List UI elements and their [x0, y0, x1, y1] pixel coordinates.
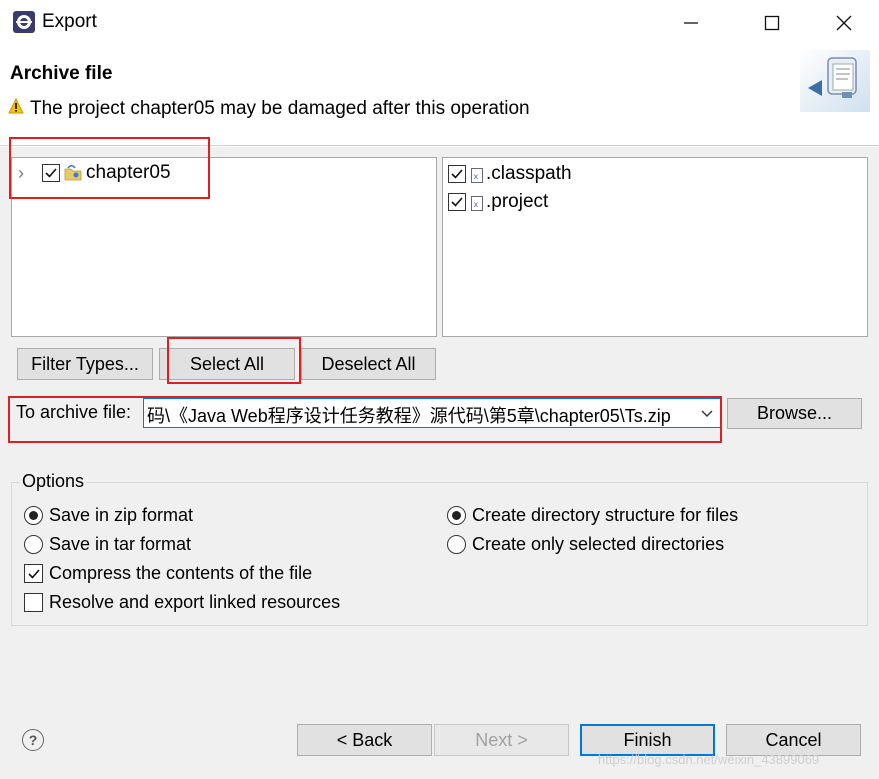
next-button[interactable]: Next > — [434, 724, 569, 756]
compress-label: Compress the contents of the file — [49, 563, 313, 583]
window-title: Export — [42, 11, 97, 32]
save-tar-option[interactable]: Save in tar format — [24, 534, 191, 555]
create-selected-dirs-option[interactable]: Create only selected directories — [447, 534, 724, 555]
watermark: https://blog.csdn.net/weixin_43899069 — [598, 752, 820, 767]
minimize-button[interactable] — [662, 0, 720, 46]
back-button[interactable]: < Back — [297, 724, 432, 756]
browse-button[interactable]: Browse... — [727, 398, 862, 429]
minimize-icon — [684, 22, 698, 24]
save-zip-radio[interactable] — [24, 506, 43, 525]
create-dir-structure-radio[interactable] — [447, 506, 466, 525]
export-wizard-banner-icon — [800, 50, 870, 112]
project-checkbox[interactable] — [448, 193, 466, 211]
highlight-box-select-all — [167, 337, 301, 384]
maximize-icon — [764, 15, 780, 31]
compress-option[interactable]: Compress the contents of the file — [24, 563, 312, 584]
filter-types-button[interactable]: Filter Types... — [17, 348, 153, 380]
warning-triangle-icon — [8, 97, 24, 114]
file-label: .classpath — [486, 163, 572, 184]
file-label: .project — [486, 191, 549, 212]
deselect-all-button[interactable]: Deselect All — [301, 348, 436, 380]
create-selected-dirs-radio[interactable] — [447, 535, 466, 554]
resolve-links-checkbox[interactable] — [24, 593, 43, 612]
file-item-classpath[interactable]: x .classpath — [448, 163, 572, 185]
classpath-checkbox[interactable] — [448, 165, 466, 183]
svg-text:x: x — [474, 200, 479, 209]
svg-text:x: x — [474, 172, 479, 181]
create-dir-structure-label: Create directory structure for files — [472, 505, 739, 525]
wizard-header — [0, 46, 879, 146]
resolve-links-option[interactable]: Resolve and export linked resources — [24, 592, 340, 613]
page-title: Archive file — [10, 63, 113, 84]
save-zip-option[interactable]: Save in zip format — [24, 505, 193, 526]
header-message: The project chapter05 may be damaged aft… — [30, 98, 530, 119]
highlight-box-archive-path — [8, 396, 722, 443]
highlight-box-project — [9, 137, 210, 199]
close-icon — [836, 15, 852, 31]
close-button[interactable] — [815, 0, 873, 46]
xml-file-icon: x — [471, 195, 483, 211]
create-dir-structure-option[interactable]: Create directory structure for files — [447, 505, 738, 526]
maximize-button[interactable] — [743, 0, 801, 46]
xml-file-icon: x — [471, 167, 483, 183]
eclipse-app-icon — [12, 10, 36, 34]
create-selected-dirs-label: Create only selected directories — [472, 534, 725, 554]
help-icon[interactable]: ? — [22, 729, 44, 751]
save-tar-label: Save in tar format — [49, 534, 192, 554]
save-zip-label: Save in zip format — [49, 505, 194, 525]
resolve-links-label: Resolve and export linked resources — [49, 592, 341, 612]
file-item-project[interactable]: x .project — [448, 191, 548, 213]
compress-checkbox[interactable] — [24, 564, 43, 583]
save-tar-radio[interactable] — [24, 535, 43, 554]
options-legend: Options — [20, 471, 87, 492]
